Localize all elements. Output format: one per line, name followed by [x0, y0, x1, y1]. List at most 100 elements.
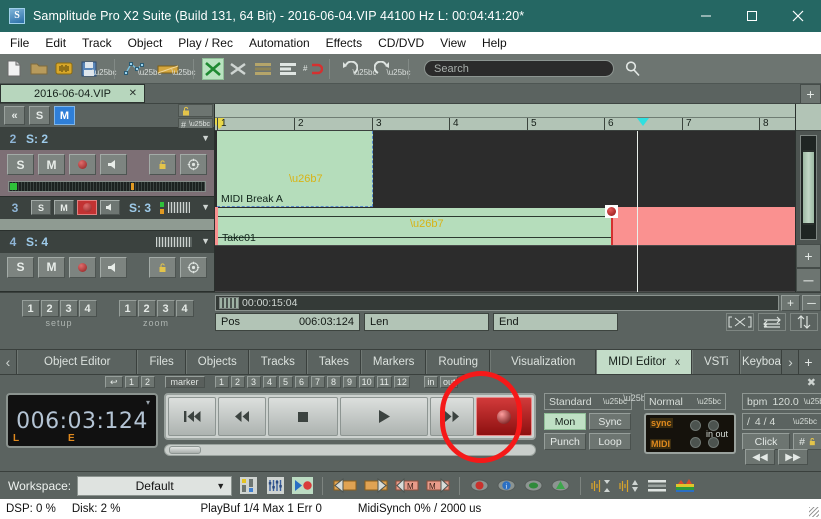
maximize-button[interactable] — [729, 0, 775, 32]
marker-12[interactable]: 12 — [393, 376, 410, 388]
scrub-slider[interactable] — [164, 444, 536, 456]
object-take01[interactable]: \u26b7 Take01 — [218, 207, 611, 245]
track-3-record-button[interactable] — [77, 200, 97, 216]
tab-takes[interactable]: Takes — [306, 350, 361, 374]
marker-left-icon[interactable] — [332, 475, 357, 496]
chevron-down-icon[interactable]: ▼ — [201, 133, 210, 143]
close-button[interactable] — [775, 0, 821, 32]
track-4-monitor-icon[interactable] — [100, 256, 127, 278]
tab-keyboard[interactable]: Keyboa — [740, 350, 783, 374]
track-3-monitor-icon[interactable] — [100, 200, 120, 216]
new-project-icon[interactable] — [3, 58, 25, 80]
tab-files[interactable]: Files — [137, 350, 186, 374]
undo-dropdown-caret[interactable]: \u25bc — [352, 58, 376, 80]
search-input[interactable]: Search — [424, 60, 614, 77]
pos-field[interactable]: Pos 006:03:124 — [215, 313, 360, 331]
len-field[interactable]: Len — [364, 313, 489, 331]
snap-icon[interactable]: # — [302, 58, 324, 80]
zoom-in-button[interactable]: + — [796, 244, 821, 268]
marker-m-right-icon[interactable]: M — [425, 475, 450, 496]
eq-icon[interactable] — [265, 475, 286, 496]
chevron-down-icon[interactable]: ▼ — [216, 481, 225, 491]
grid-list-icon[interactable] — [252, 58, 274, 80]
align-icon[interactable] — [277, 58, 299, 80]
chevron-down-icon[interactable]: \u25bc — [793, 417, 817, 426]
record-monitor-icon[interactable] — [292, 475, 314, 496]
tab-vsti[interactable]: VSTi — [691, 350, 741, 374]
search-icon[interactable] — [622, 58, 644, 80]
menu-item-effects[interactable]: Effects — [318, 32, 370, 54]
record-button[interactable] — [476, 397, 532, 436]
resize-grip-icon[interactable] — [809, 507, 819, 517]
record-handle-icon[interactable] — [605, 205, 618, 218]
time-display[interactable]: ▾ 006:03:124 L E — [6, 393, 158, 448]
global-mute-button[interactable]: M — [54, 106, 75, 126]
mon-button[interactable]: Mon — [544, 413, 586, 430]
setup-preset-1[interactable]: 1 — [21, 300, 40, 317]
range-button-2[interactable]: 2 — [140, 376, 155, 388]
record-mode-dropdown[interactable]: Standard \u25bc — [544, 393, 632, 410]
project-tab[interactable]: 2016-06-04.VIP ✕ — [0, 84, 145, 103]
menu-item-cd-dvd[interactable]: CD/DVD — [370, 32, 432, 54]
track-2-name[interactable]: S: 2 — [26, 132, 48, 146]
track-4-lock-icon[interactable] — [149, 256, 176, 278]
chevron-down-icon[interactable]: ▼ — [201, 236, 210, 246]
collapse-tracks-button[interactable]: « — [4, 106, 25, 126]
chevron-down-icon[interactable]: ▼ — [201, 202, 210, 212]
marker-9[interactable]: 9 — [342, 376, 357, 388]
range-button-1[interactable]: 1 — [124, 376, 139, 388]
wave-vert-icon[interactable] — [590, 475, 612, 496]
global-solo-button[interactable]: S — [29, 106, 50, 126]
marker-back-button[interactable]: ↩ — [105, 376, 123, 388]
track-header-4[interactable]: 4 S: 4 ▼ S M — [0, 230, 214, 292]
range-zoom-in-button[interactable]: + — [781, 295, 800, 311]
object-dropdown-caret[interactable]: \u25bc — [171, 58, 195, 80]
marker-8[interactable]: 8 — [326, 376, 341, 388]
track-2-lock-icon[interactable] — [149, 154, 176, 176]
swap-vertical-icon[interactable] — [790, 313, 818, 331]
envelope-dropdown-caret[interactable]: \u25bc — [137, 58, 161, 80]
track-4-record-button[interactable] — [69, 256, 96, 278]
bpm-field[interactable]: bpm 120.0 \u25bc — [742, 393, 821, 410]
marker-2[interactable]: 2 — [230, 376, 245, 388]
track-2-fx-icon[interactable] — [180, 154, 207, 176]
marker-1[interactable]: 1 — [214, 376, 229, 388]
range-display[interactable]: 00:00:15:04 — [215, 295, 779, 311]
mixer-icon[interactable] — [238, 475, 259, 496]
open-project-icon[interactable] — [28, 58, 50, 80]
wave-horiz-icon[interactable] — [618, 475, 640, 496]
range-grip-icon[interactable] — [219, 297, 239, 309]
setup-preset-4[interactable]: 4 — [78, 300, 97, 317]
redo-dropdown-caret[interactable]: \u25bc — [386, 58, 410, 80]
spectrum-icon[interactable] — [674, 475, 696, 496]
close-icon[interactable]: x — [675, 357, 680, 368]
play-button[interactable] — [340, 397, 428, 436]
workspace-select[interactable]: Default ▼ — [77, 475, 233, 496]
track-3-solo-button[interactable]: S — [31, 200, 51, 216]
track-2-record-button[interactable] — [69, 154, 96, 176]
zoom-out-button[interactable]: ─ — [796, 268, 821, 292]
marker-4[interactable]: 4 — [262, 376, 277, 388]
tabs-prev-button[interactable]: ‹ — [0, 350, 17, 374]
save-dropdown-caret[interactable]: \u25bc — [92, 58, 116, 80]
minimize-button[interactable] — [683, 0, 729, 32]
tab-routing[interactable]: Routing — [426, 350, 491, 374]
close-icon[interactable]: ✕ — [129, 88, 137, 99]
menu-item-object[interactable]: Object — [120, 32, 171, 54]
mute-view-icon[interactable] — [469, 475, 490, 496]
tab-object-editor[interactable]: Object Editor — [17, 350, 138, 374]
track-4-fx-icon[interactable] — [180, 256, 207, 278]
scrub-knob[interactable] — [169, 446, 201, 454]
ruler-top-band[interactable] — [215, 104, 795, 118]
rewind-to-start-button[interactable] — [168, 397, 216, 436]
menu-item-track[interactable]: Track — [74, 32, 120, 54]
track-3-name[interactable]: S: 3 — [129, 201, 151, 215]
menu-item-edit[interactable]: Edit — [37, 32, 74, 54]
zoom-preset-3[interactable]: 3 — [156, 300, 175, 317]
recording-region[interactable] — [613, 207, 795, 245]
tabs-add-button[interactable]: + — [799, 350, 817, 374]
loop-button[interactable]: Loop — [589, 433, 631, 450]
transport-close-icon[interactable]: ✖ — [807, 376, 816, 389]
marker-10[interactable]: 10 — [358, 376, 375, 388]
stop-button[interactable] — [268, 397, 338, 436]
